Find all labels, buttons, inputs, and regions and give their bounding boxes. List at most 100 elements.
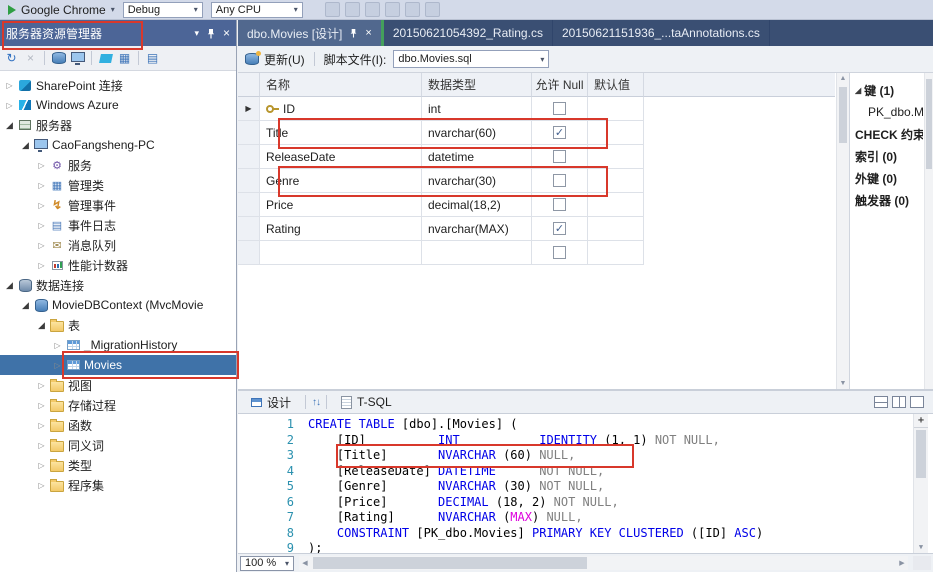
toolbar-icon[interactable] bbox=[324, 2, 340, 17]
tree-item[interactable]: ▷ 存储过程 bbox=[0, 395, 236, 415]
expander-icon[interactable]: ▷ bbox=[36, 241, 47, 250]
tree-item[interactable]: ▷ 管理事件 bbox=[0, 195, 236, 215]
allow-null-cell[interactable] bbox=[532, 121, 588, 145]
horizontal-scrollbar[interactable]: ◀ ▶ bbox=[299, 556, 908, 570]
expander-icon[interactable]: ◢ bbox=[855, 86, 861, 95]
context-panel-item[interactable]: PK_dbo.Movies bbox=[855, 101, 923, 123]
document-tab[interactable]: dbo.Movies [设计] × bbox=[238, 20, 381, 46]
refresh-icon[interactable]: ↻ bbox=[4, 51, 19, 66]
column-name-cell[interactable]: ReleaseDate bbox=[260, 145, 422, 169]
tree-item[interactable]: ▷ 程序集 bbox=[0, 475, 236, 495]
toolbar-icon[interactable] bbox=[424, 2, 440, 17]
default-value-cell[interactable] bbox=[588, 169, 644, 193]
column-header[interactable]: 允许 Null bbox=[532, 73, 588, 97]
allow-null-checkbox[interactable] bbox=[553, 126, 566, 139]
data-type-cell[interactable]: int bbox=[422, 97, 532, 121]
default-value-cell[interactable] bbox=[588, 121, 644, 145]
allow-null-cell[interactable] bbox=[532, 145, 588, 169]
toolbar-icon[interactable] bbox=[344, 2, 360, 17]
expander-icon[interactable]: ▷ bbox=[36, 221, 47, 230]
allow-null-checkbox[interactable] bbox=[553, 150, 566, 163]
context-panel-item[interactable]: 触发器 (0) bbox=[855, 189, 923, 211]
scrollbar-thumb[interactable] bbox=[313, 557, 588, 569]
context-panel-scrollbar[interactable] bbox=[924, 73, 933, 389]
context-panel-item[interactable]: 外键 (0) bbox=[855, 167, 923, 189]
close-icon[interactable]: × bbox=[365, 27, 371, 39]
default-value-cell[interactable] bbox=[588, 241, 644, 265]
expander-icon[interactable]: ▷ bbox=[36, 421, 47, 430]
expander-icon[interactable]: ◢ bbox=[4, 120, 15, 131]
expander-icon[interactable]: ◢ bbox=[20, 140, 31, 151]
document-tab[interactable]: 20150621054392_Rating.cs bbox=[384, 20, 553, 46]
design-pane-tab[interactable]: 设计 bbox=[243, 393, 299, 412]
row-header-cell[interactable] bbox=[238, 169, 260, 193]
toolbar-icon[interactable] bbox=[404, 2, 420, 17]
data-type-cell[interactable]: datetime bbox=[422, 145, 532, 169]
expander-icon[interactable]: ▷ bbox=[4, 101, 15, 110]
expander-icon[interactable]: ▷ bbox=[36, 201, 47, 210]
split-vertical-icon[interactable] bbox=[892, 396, 906, 408]
default-value-cell[interactable] bbox=[588, 193, 644, 217]
tree-item[interactable]: ◢ MovieDBContext (MvcMovie bbox=[0, 295, 236, 315]
expander-icon[interactable]: ▷ bbox=[36, 381, 47, 390]
data-type-cell[interactable]: nvarchar(MAX) bbox=[422, 217, 532, 241]
expander-icon[interactable]: ▷ bbox=[36, 461, 47, 470]
allow-null-cell[interactable] bbox=[532, 193, 588, 217]
context-panel-item[interactable]: ◢ 键 (1) bbox=[855, 79, 923, 101]
expander-icon[interactable]: ◢ bbox=[36, 320, 47, 331]
tree-item[interactable]: ◢ CaoFangsheng-PC bbox=[0, 135, 236, 155]
expander-icon[interactable]: ▷ bbox=[36, 161, 47, 170]
tree-item[interactable]: ▷ _MigrationHistory bbox=[0, 335, 236, 355]
expander-icon[interactable]: ▷ bbox=[52, 341, 63, 350]
tree-item[interactable]: ▷ 事件日志 bbox=[0, 215, 236, 235]
allow-null-cell[interactable] bbox=[532, 241, 588, 265]
expander-icon[interactable]: ▷ bbox=[36, 181, 47, 190]
allow-null-cell[interactable] bbox=[532, 169, 588, 193]
single-pane-icon[interactable] bbox=[910, 396, 924, 408]
expander-icon[interactable]: ▷ bbox=[4, 81, 15, 90]
default-value-cell[interactable] bbox=[588, 97, 644, 121]
scrollbar-thumb[interactable] bbox=[926, 79, 932, 169]
document-tab[interactable]: 20150621151936_...taAnnotations.cs bbox=[553, 20, 770, 46]
sql-editor[interactable]: 1 CREATE TABLE [dbo].[Movies] (2 [ID] INT… bbox=[238, 414, 933, 553]
scroll-down-icon[interactable]: ▼ bbox=[837, 380, 849, 387]
allow-null-cell[interactable] bbox=[532, 97, 588, 121]
allow-null-cell[interactable] bbox=[532, 217, 588, 241]
connect-to-server-icon[interactable] bbox=[70, 51, 85, 66]
chevron-down-icon[interactable]: ▾ bbox=[540, 55, 544, 64]
pin-icon[interactable] bbox=[206, 28, 216, 39]
tree-item[interactable]: ◢ 数据连接 bbox=[0, 275, 236, 295]
tree-item[interactable]: ▷ Movies bbox=[0, 355, 236, 375]
row-header-cell[interactable] bbox=[238, 217, 260, 241]
row-header-cell[interactable]: ▶ bbox=[238, 97, 260, 121]
zoom-select[interactable]: 100 % ▾ bbox=[240, 555, 294, 571]
tree-item[interactable]: ▷ SharePoint 连接 bbox=[0, 75, 236, 95]
column-header[interactable]: 名称 bbox=[260, 73, 422, 97]
stop-refresh-icon[interactable]: × bbox=[23, 51, 38, 66]
update-button[interactable]: 更新(U) bbox=[245, 51, 305, 68]
expander-icon[interactable]: ▷ bbox=[36, 401, 47, 410]
column-name-cell[interactable]: Price bbox=[260, 193, 422, 217]
default-value-cell[interactable] bbox=[588, 217, 644, 241]
context-panel-item[interactable]: 索引 (0) bbox=[855, 145, 923, 167]
tree-item[interactable]: ▷ 管理类 bbox=[0, 175, 236, 195]
configuration-select[interactable]: Debug ▾ bbox=[122, 1, 203, 18]
tree-item[interactable]: ◢ 服务器 bbox=[0, 115, 236, 135]
start-debug-button[interactable]: Google Chrome ▾ bbox=[8, 3, 115, 17]
expander-icon[interactable]: ▷ bbox=[36, 441, 47, 450]
column-name-cell[interactable] bbox=[260, 241, 422, 265]
chevron-down-icon[interactable]: ▾ bbox=[111, 5, 115, 14]
scrollbar-thumb[interactable] bbox=[916, 430, 926, 478]
allow-null-checkbox[interactable] bbox=[553, 102, 566, 115]
context-panel-item[interactable]: CHECK 约束 bbox=[855, 123, 923, 145]
tree-item[interactable]: ▷ 视图 bbox=[0, 375, 236, 395]
scroll-up-icon[interactable]: ▲ bbox=[837, 75, 849, 82]
grid-vertical-scrollbar[interactable]: ▲ ▼ bbox=[836, 73, 849, 389]
tree-item[interactable]: ◢ 表 bbox=[0, 315, 236, 335]
row-header-cell[interactable] bbox=[238, 121, 260, 145]
scroll-down-icon[interactable]: ▼ bbox=[914, 543, 928, 551]
pin-icon[interactable] bbox=[349, 28, 358, 38]
allow-null-checkbox[interactable] bbox=[553, 246, 566, 259]
platform-select[interactable]: Any CPU ▾ bbox=[210, 1, 303, 18]
table-view-icon[interactable]: ▦ bbox=[117, 51, 132, 66]
